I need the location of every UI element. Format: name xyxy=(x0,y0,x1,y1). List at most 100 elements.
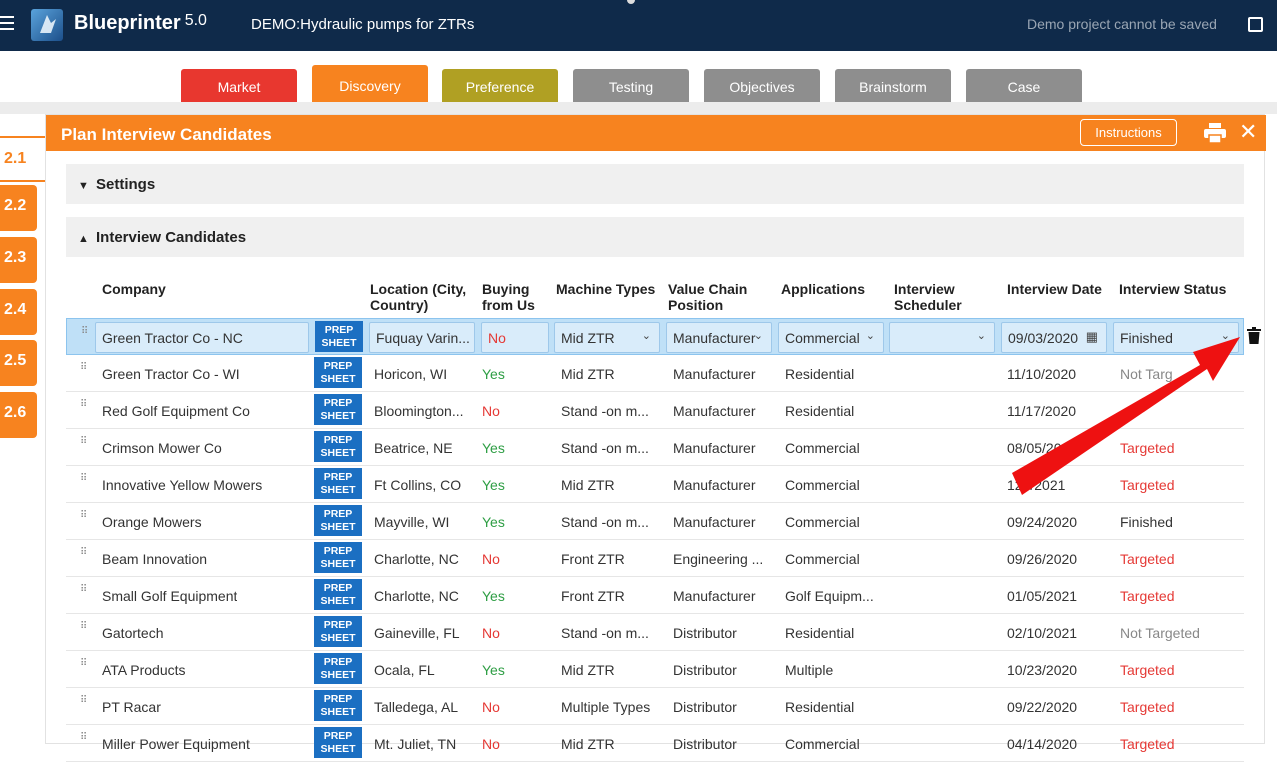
col-status[interactable]: Interview Status xyxy=(1119,281,1226,297)
tab-market[interactable]: Market xyxy=(181,69,297,103)
col-value-chain[interactable]: Value Chain Position xyxy=(668,281,758,313)
menu-icon[interactable] xyxy=(0,16,14,30)
table-row[interactable]: ⠿ Green Tractor Co - NC PREP SHEET Fuquay Va… xyxy=(66,318,1244,355)
drag-handle-icon[interactable]: ⠿ xyxy=(80,622,90,639)
scheduler-select[interactable]: ⌄ xyxy=(889,322,995,353)
buying-cell: Yes xyxy=(482,440,505,456)
drag-handle-icon[interactable]: ⠿ xyxy=(80,400,90,417)
prep-sheet-button[interactable]: PREP SHEET xyxy=(314,357,362,388)
status-cell: Targeted xyxy=(1120,736,1175,752)
applications-cell: Golf Equipm... xyxy=(785,588,874,604)
applications-select[interactable]: Commercial ⌄ xyxy=(778,322,884,353)
tab-objectives[interactable]: Objectives xyxy=(704,69,820,103)
table-row[interactable]: ⠿ Gatortech PREP SHEET Gaineville, FL No Stand… xyxy=(66,614,1244,651)
prep-sheet-button[interactable]: PREP SHEET xyxy=(315,321,363,352)
buying-select[interactable]: No xyxy=(481,322,549,353)
prep-sheet-button[interactable]: PREP SHEET xyxy=(314,468,362,499)
chevron-down-icon: ⌄ xyxy=(753,330,763,342)
drag-handle-icon[interactable]: ⠿ xyxy=(80,733,90,750)
prep-sheet-button[interactable]: PREP SHEET xyxy=(314,690,362,721)
drag-handle-icon[interactable]: ⠿ xyxy=(81,327,91,344)
status-cell: Targeted xyxy=(1120,440,1175,456)
col-buying[interactable]: Buying from Us xyxy=(482,281,546,313)
col-location[interactable]: Location (City, Country) xyxy=(370,281,470,313)
status-select[interactable]: Finished ⌄ xyxy=(1113,322,1239,353)
close-icon[interactable]: ✕ xyxy=(1239,121,1257,143)
step-2-6[interactable]: 2.6 xyxy=(0,392,37,438)
date-input[interactable]: 09/03/2020 ▦ xyxy=(1001,322,1107,353)
prep-sheet-button[interactable]: PREP SHEET xyxy=(314,579,362,610)
date-cell: 08/05/20 xyxy=(1007,440,1062,456)
step-2-4[interactable]: 2.4 xyxy=(0,289,37,335)
prep-sheet-button[interactable]: PREP SHEET xyxy=(314,431,362,462)
company-cell: Orange Mowers xyxy=(102,514,202,530)
date-cell: 09/26/2020 xyxy=(1007,551,1078,567)
prep-sheet-button[interactable]: PREP SHEET xyxy=(314,727,362,758)
settings-section[interactable]: ▼ Settings xyxy=(66,164,1244,204)
candidates-section[interactable]: ▲ Interview Candidates xyxy=(66,217,1244,257)
company-cell: PT Racar xyxy=(102,699,161,715)
applications-cell: Commercial xyxy=(785,736,860,752)
tab-testing[interactable]: Testing xyxy=(573,69,689,103)
company-value: Green Tractor Co - NC xyxy=(102,330,243,346)
tab-case[interactable]: Case xyxy=(966,69,1082,103)
machine-select[interactable]: Mid ZTR ⌄ xyxy=(554,322,660,353)
table-row[interactable]: ⠿ PT Racar PREP SHEET Talledega, AL No Multipl… xyxy=(66,688,1244,725)
table-row[interactable]: ⠿ Orange Mowers PREP SHEET Mayville, WI Yes St… xyxy=(66,503,1244,540)
trash-icon[interactable] xyxy=(1247,327,1261,344)
location-cell: Bloomington... xyxy=(374,403,464,419)
applications-value: Commercial xyxy=(785,330,860,346)
step-2-3[interactable]: 2.3 xyxy=(0,237,37,283)
location-input[interactable]: Fuquay Varin... xyxy=(369,322,475,353)
drag-handle-icon[interactable]: ⠿ xyxy=(80,474,90,491)
col-company[interactable]: Company xyxy=(102,281,166,297)
table-row[interactable]: ⠿ Crimson Mower Co PREP SHEET Beatrice, NE Ye… xyxy=(66,429,1244,466)
prep-sheet-button[interactable]: PREP SHEET xyxy=(314,542,362,573)
chevron-down-icon: ▼ xyxy=(78,180,89,192)
col-applications[interactable]: Applications xyxy=(781,281,865,297)
tab-brainstorm[interactable]: Brainstorm xyxy=(835,69,951,103)
status-cell: Targeted xyxy=(1120,699,1175,715)
table-row[interactable]: ⠿ Innovative Yellow Mowers PREP SHEET Ft Col… xyxy=(66,466,1244,503)
col-date[interactable]: Interview Date xyxy=(1007,281,1102,297)
prep-sheet-button[interactable]: PREP SHEET xyxy=(314,616,362,647)
prep-sheet-button[interactable]: PREP SHEET xyxy=(314,653,362,684)
table-row[interactable]: ⠿ Miller Power Equipment PREP SHEET Mt. Juli… xyxy=(66,725,1244,762)
drag-handle-icon[interactable]: ⠿ xyxy=(80,659,90,676)
step-2-1[interactable]: 2.1 xyxy=(0,136,46,182)
col-machine[interactable]: Machine Types xyxy=(556,281,655,297)
prep-sheet-button[interactable]: PREP SHEET xyxy=(314,394,362,425)
drag-handle-icon[interactable]: ⠿ xyxy=(80,437,90,454)
drag-handle-icon[interactable]: ⠿ xyxy=(80,363,90,380)
logo-icon xyxy=(31,9,63,41)
drag-handle-icon[interactable]: ⠿ xyxy=(80,585,90,602)
table-row[interactable]: ⠿ ATA Products PREP SHEET Ocala, FL Yes Mid ZT… xyxy=(66,651,1244,688)
exit-icon[interactable] xyxy=(1248,17,1263,32)
step-2-5[interactable]: 2.5 xyxy=(0,340,37,386)
buying-cell: Yes xyxy=(482,662,505,678)
print-icon[interactable] xyxy=(1204,123,1226,144)
tab-preference[interactable]: Preference xyxy=(442,69,558,103)
table-row[interactable]: ⠿ Green Tractor Co - WI PREP SHEET Horicon, … xyxy=(66,355,1244,392)
applications-cell: Residential xyxy=(785,625,855,641)
value-chain-select[interactable]: Manufacturer ⌄ xyxy=(666,322,772,353)
table-row[interactable]: ⠿ Small Golf Equipment PREP SHEET Charlotte,… xyxy=(66,577,1244,614)
table-row[interactable]: ⠿ Red Golf Equipment Co PREP SHEET Bloomingt… xyxy=(66,392,1244,429)
company-input[interactable]: Green Tractor Co - NC xyxy=(95,322,309,353)
buying-cell: No xyxy=(482,699,500,715)
panel-title: Plan Interview Candidates xyxy=(61,125,272,144)
tab-discovery[interactable]: Discovery xyxy=(312,65,428,103)
drag-handle-icon[interactable]: ⠿ xyxy=(80,548,90,565)
calendar-icon[interactable]: ▦ xyxy=(1086,329,1098,345)
value-chain-cell: Distributor xyxy=(673,625,737,641)
drag-handle-icon[interactable]: ⠿ xyxy=(80,511,90,528)
drag-handle-icon[interactable]: ⠿ xyxy=(80,696,90,713)
instructions-button[interactable]: Instructions xyxy=(1080,119,1177,146)
col-scheduler[interactable]: Interview Scheduler xyxy=(894,281,974,313)
step-2-2[interactable]: 2.2 xyxy=(0,185,37,231)
value-chain-cell: Manufacturer xyxy=(673,514,756,530)
table-row[interactable]: ⠿ Beam Innovation PREP SHEET Charlotte, NC No… xyxy=(66,540,1244,577)
applications-cell: Commercial xyxy=(785,514,860,530)
prep-sheet-button[interactable]: PREP SHEET xyxy=(314,505,362,536)
machine-cell: Mid ZTR xyxy=(561,366,615,382)
